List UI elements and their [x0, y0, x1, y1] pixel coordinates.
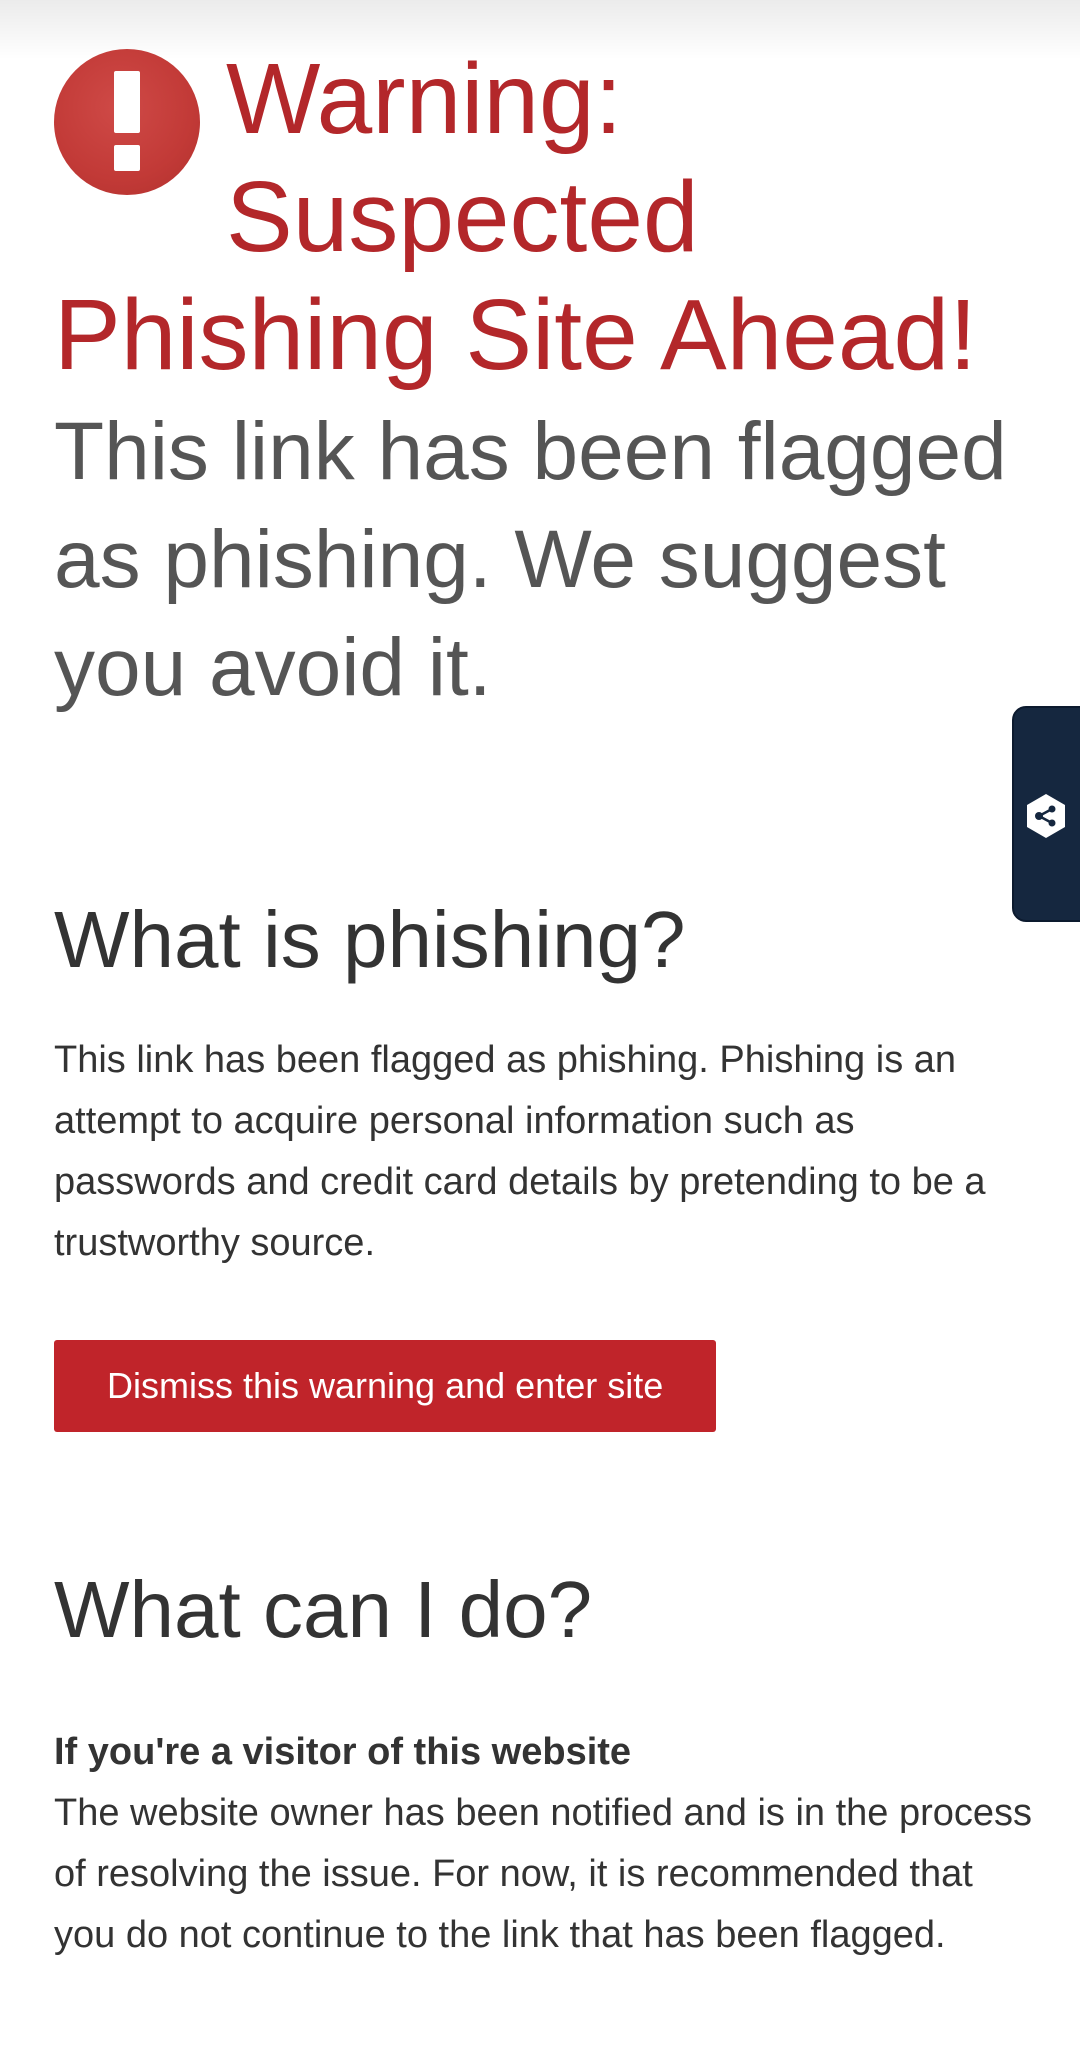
what-is-phishing-heading: What is phishing?	[54, 895, 686, 984]
what-is-phishing-text: This link has been flagged as phishing. …	[54, 1039, 986, 1264]
share-hexagon-icon	[1027, 794, 1065, 838]
warning-subtitle: This link has been flagged as phishing. …	[54, 406, 1007, 713]
visitor-heading: If you're a visitor of this website	[54, 1731, 632, 1773]
exclamation-circle-icon	[54, 49, 200, 195]
visitor-section: If you're a visitor of this website The …	[54, 1722, 1044, 1966]
side-tab-button[interactable]	[1012, 706, 1080, 922]
main-content: Warning: Suspected Phishing Site Ahead! …	[54, 40, 1044, 1966]
visitor-text: The website owner has been notified and …	[54, 1792, 1033, 1956]
warning-title: Warning: Suspected Phishing Site Ahead!	[54, 40, 1044, 394]
dismiss-warning-button[interactable]: Dismiss this warning and enter site	[54, 1340, 717, 1432]
phishing-warning-page: Warning: Suspected Phishing Site Ahead! …	[0, 0, 1080, 2072]
what-can-i-do-heading: What can I do?	[54, 1565, 593, 1654]
